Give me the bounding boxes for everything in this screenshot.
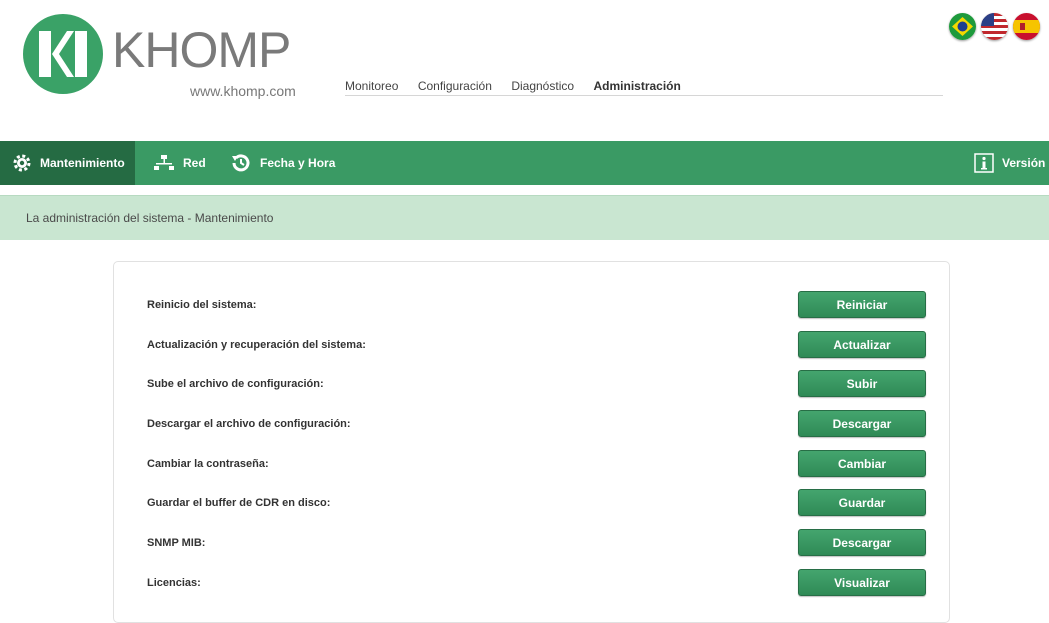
row-descargar-config: Descargar el archivo de configuración: D…: [114, 410, 949, 440]
usa-flag-icon[interactable]: [981, 13, 1008, 40]
subir-button[interactable]: Subir: [798, 370, 926, 397]
breadcrumb-text: La administración del sistema - Mantenim…: [26, 211, 274, 225]
nav-diagnostico[interactable]: Diagnóstico: [511, 79, 574, 93]
row-licencias: Licencias: Visualizar: [114, 569, 949, 599]
nav-administracion[interactable]: Administración: [593, 79, 680, 93]
row-cambiar-contrasena: Cambiar la contraseña: Cambiar: [114, 450, 949, 480]
visualizar-button[interactable]: Visualizar: [798, 569, 926, 596]
row-label: Descargar el archivo de configuración:: [147, 418, 351, 430]
section-menu: Mantenimiento Red Fecha y Hora Versión: [0, 141, 1049, 185]
row-label: Guardar el buffer de CDR en disco:: [147, 497, 331, 509]
nav-monitoreo[interactable]: Monitoreo: [345, 79, 398, 93]
menu-item-label: Red: [183, 156, 206, 170]
maintenance-panel: Reinicio del sistema: Reiniciar Actualiz…: [113, 261, 950, 623]
row-actualizacion: Actualización y recuperación del sistema…: [114, 331, 949, 361]
row-subir-config: Sube el archivo de configuración: Subir: [114, 370, 949, 400]
breadcrumb: La administración del sistema - Mantenim…: [0, 195, 1049, 240]
row-label: Actualización y recuperación del sistema…: [147, 339, 366, 351]
row-guardar-cdr: Guardar el buffer de CDR en disco: Guard…: [114, 489, 949, 519]
row-snmp-mib: SNMP MIB: Descargar: [114, 529, 949, 559]
menu-item-label: Mantenimiento: [40, 156, 125, 170]
info-icon: [974, 153, 994, 173]
menu-item-fecha-hora[interactable]: Fecha y Hora: [230, 141, 335, 185]
row-label: Cambiar la contraseña:: [147, 458, 269, 470]
network-icon: [153, 154, 175, 172]
row-label: Sube el archivo de configuración:: [147, 378, 324, 390]
reiniciar-button[interactable]: Reiniciar: [798, 291, 926, 318]
gear-icon: [12, 153, 32, 173]
actualizar-button[interactable]: Actualizar: [798, 331, 926, 358]
site-url: www.khomp.com: [190, 83, 296, 99]
row-label: SNMP MIB:: [147, 537, 206, 549]
menu-item-red[interactable]: Red: [153, 141, 206, 185]
language-selector: [949, 13, 1040, 40]
nav-configuracion[interactable]: Configuración: [418, 79, 492, 93]
khomp-logo-icon: [23, 14, 103, 94]
menu-item-label: Versión: [1002, 156, 1046, 170]
guardar-button[interactable]: Guardar: [798, 489, 926, 516]
row-label: Reinicio del sistema:: [147, 299, 257, 311]
brand-name: KHOMP: [112, 22, 291, 78]
khomp-logo[interactable]: KHOMP www.khomp.com: [22, 13, 322, 103]
row-label: Licencias:: [147, 577, 201, 589]
descargar-mib-button[interactable]: Descargar: [798, 529, 926, 556]
menu-item-version[interactable]: Versión: [974, 141, 1045, 185]
cambiar-button[interactable]: Cambiar: [798, 450, 926, 477]
clock-history-icon: [230, 152, 252, 174]
menu-item-label: Fecha y Hora: [260, 156, 336, 170]
menu-item-mantenimiento[interactable]: Mantenimiento: [0, 141, 135, 185]
brazil-flag-icon[interactable]: [949, 13, 976, 40]
descargar-config-button[interactable]: Descargar: [798, 410, 926, 437]
top-navigation: Monitoreo Configuración Diagnóstico Admi…: [345, 77, 943, 96]
row-reinicio: Reinicio del sistema: Reiniciar: [114, 291, 949, 321]
spain-flag-icon[interactable]: [1013, 13, 1040, 40]
